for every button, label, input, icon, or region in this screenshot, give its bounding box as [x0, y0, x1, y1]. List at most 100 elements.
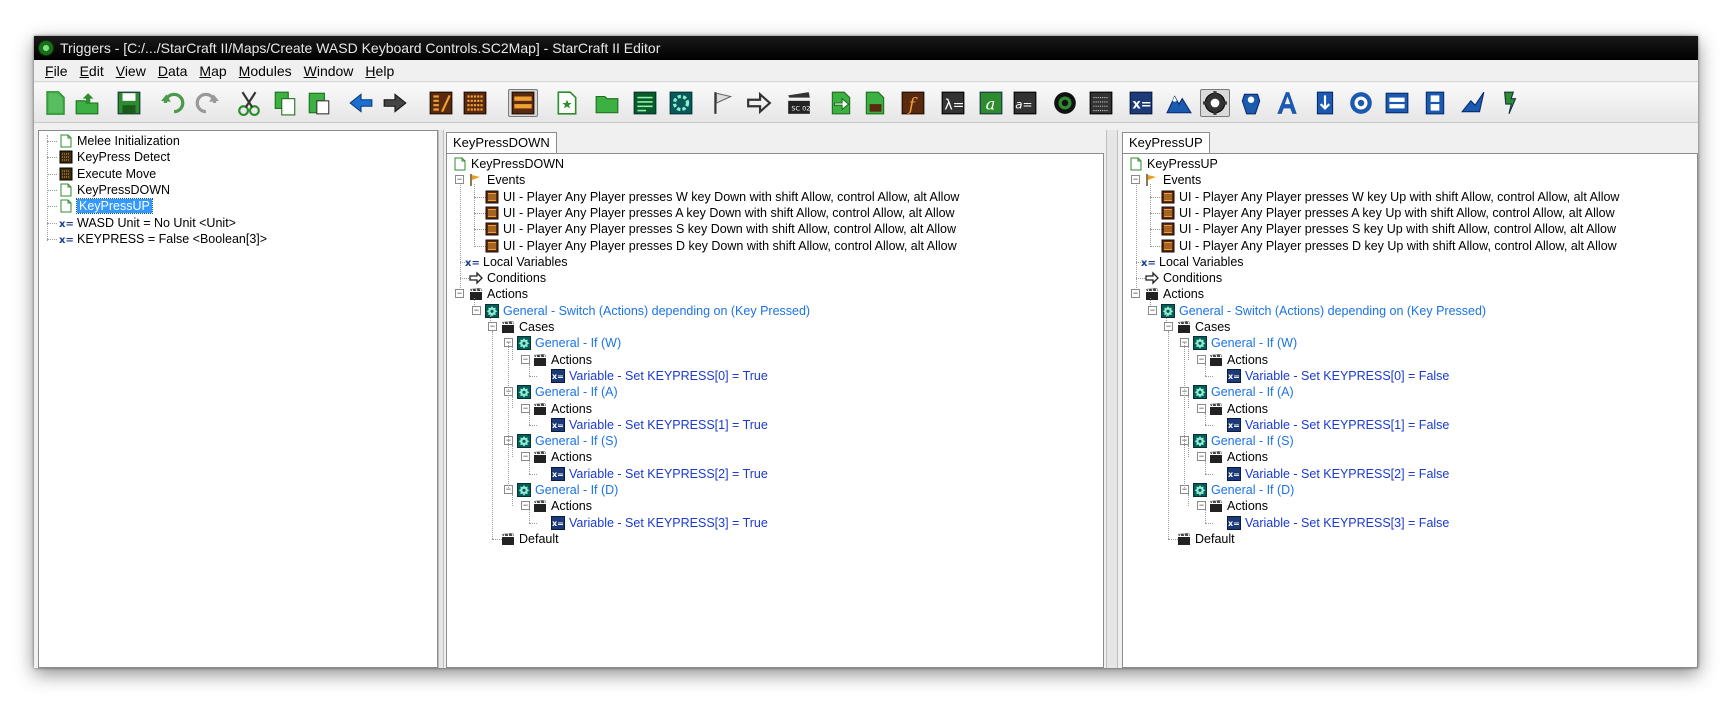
variable-wasd-unit[interactable]: x= WASD Unit = No Unit <Unit>: [59, 215, 236, 231]
case-if[interactable]: General - If (W): [517, 335, 621, 351]
case-actions[interactable]: Actions: [533, 449, 592, 465]
trigger-root[interactable]: KeyPressDOWN: [453, 156, 564, 172]
actions-section[interactable]: Actions: [1145, 286, 1204, 302]
switch-action[interactable]: General - Switch (Actions) depending on …: [485, 303, 810, 319]
event-item[interactable]: UI - Player Any Player presses W key Up …: [1161, 189, 1619, 205]
hero-icon[interactable]: [1458, 89, 1488, 117]
trigger-root[interactable]: KeyPressUP: [1129, 156, 1218, 172]
ai-icon[interactable]: [1382, 89, 1412, 117]
local-variables-section[interactable]: x= Local Variables: [1141, 254, 1244, 270]
collapse-toggle[interactable]: −: [488, 322, 497, 331]
forward-icon[interactable]: [380, 89, 410, 117]
collapse-toggle[interactable]: −: [1131, 289, 1140, 299]
text-a-icon[interactable]: [1272, 89, 1302, 117]
event-item[interactable]: UI - Player Any Player presses A key Dow…: [485, 205, 955, 221]
menu-view[interactable]: View: [111, 63, 153, 79]
clapper-icon[interactable]: SC 02: [784, 89, 814, 117]
collapse-toggle[interactable]: −: [1131, 175, 1140, 185]
save-icon[interactable]: [114, 89, 144, 117]
text-module-icon[interactable]: [1086, 89, 1116, 117]
trigger-keypressdown[interactable]: KeyPressDOWN: [59, 182, 170, 198]
unit-module-icon[interactable]: [1236, 89, 1266, 117]
collapse-toggle[interactable]: −: [1197, 403, 1206, 413]
extension-icon[interactable]: [1494, 89, 1524, 117]
back-icon[interactable]: [346, 89, 376, 117]
new-action-icon[interactable]: [666, 89, 696, 117]
film-icon[interactable]: [1420, 89, 1450, 117]
new-event-icon[interactable]: [708, 89, 738, 117]
event-item[interactable]: UI - Player Any Player presses W key Dow…: [485, 189, 959, 205]
collapse-toggle[interactable]: −: [521, 452, 530, 462]
set-variable-action[interactable]: x= Variable - Set KEYPRESS[0] = True: [551, 368, 768, 384]
events-section[interactable]: Events: [1145, 172, 1201, 188]
terrain-icon[interactable]: [1164, 89, 1194, 117]
variable-icon[interactable]: a=: [1010, 89, 1040, 117]
menu-map[interactable]: Map: [194, 63, 233, 79]
case-if[interactable]: General - If (D): [517, 482, 618, 498]
paste-icon[interactable]: [304, 89, 334, 117]
case-actions[interactable]: Actions: [1209, 352, 1268, 368]
collapse-toggle[interactable]: −: [1164, 322, 1173, 331]
event-item[interactable]: UI - Player Any Player presses A key Up …: [1161, 205, 1615, 221]
local-variables-section[interactable]: x= Local Variables: [465, 254, 568, 270]
cut-icon[interactable]: [234, 89, 264, 117]
preset-icon[interactable]: a: [976, 89, 1006, 117]
collapse-toggle[interactable]: −: [1197, 501, 1206, 511]
event-item[interactable]: UI - Player Any Player presses D key Dow…: [485, 238, 957, 254]
menu-file[interactable]: File: [40, 63, 75, 79]
import-icon[interactable]: [1310, 89, 1340, 117]
copy-icon[interactable]: [270, 89, 300, 117]
trigger-list-panel[interactable]: Melee Initialization KeyPress Detect Execu…: [38, 130, 438, 668]
set-variable-action[interactable]: x= Variable - Set KEYPRESS[0] = False: [1227, 368, 1449, 384]
events-section[interactable]: Events: [469, 172, 525, 188]
menu-help[interactable]: Help: [360, 63, 401, 79]
cases-section[interactable]: Cases: [501, 319, 554, 335]
variable-keypress[interactable]: x= KEYPRESS = False <Boolean[3]>: [59, 231, 267, 247]
collapse-toggle[interactable]: −: [455, 289, 464, 299]
undo-icon[interactable]: [158, 89, 188, 117]
menu-window[interactable]: Window: [299, 63, 361, 79]
new-element-icon[interactable]: [630, 89, 660, 117]
function-icon[interactable]: f: [898, 89, 928, 117]
tab-keypressdown[interactable]: KeyPressDOWN: [446, 132, 557, 154]
trigger-execute-move[interactable]: Execute Move: [59, 166, 156, 182]
collapse-toggle[interactable]: −: [455, 175, 464, 185]
event-item[interactable]: UI - Player Any Player presses D key Up …: [1161, 238, 1617, 254]
cases-section[interactable]: Cases: [1177, 319, 1230, 335]
case-if[interactable]: General - If (W): [1193, 335, 1297, 351]
conditions-section[interactable]: Conditions: [1145, 270, 1222, 286]
list-icon[interactable]: [460, 89, 490, 117]
trigger-view-icon[interactable]: [508, 89, 538, 117]
cutscene-icon[interactable]: [1346, 89, 1376, 117]
new-icon[interactable]: [40, 89, 70, 117]
tab-keypressup[interactable]: KeyPressUP: [1122, 132, 1210, 154]
var-module-icon[interactable]: x=: [1126, 89, 1156, 117]
collapse-toggle[interactable]: −: [1197, 452, 1206, 462]
collapse-toggle[interactable]: −: [521, 354, 530, 364]
set-variable-action[interactable]: x= Variable - Set KEYPRESS[1] = False: [1227, 417, 1449, 433]
redo-icon[interactable]: [192, 89, 222, 117]
case-actions[interactable]: Actions: [533, 352, 592, 368]
case-actions[interactable]: Actions: [1209, 498, 1268, 514]
default-section[interactable]: Default: [501, 531, 559, 547]
collapse-toggle[interactable]: −: [521, 501, 530, 511]
default-section[interactable]: Default: [1177, 531, 1235, 547]
open-icon[interactable]: [72, 89, 102, 117]
keypressdown-panel[interactable]: KeyPressDOWN − Events UI - Player Any Playe…: [446, 153, 1104, 668]
set-variable-action[interactable]: x= Variable - Set KEYPRESS[3] = True: [551, 515, 768, 531]
collapse-toggle[interactable]: −: [1148, 305, 1157, 315]
mid-splitter[interactable]: [1106, 130, 1118, 668]
trigger-keypressup[interactable]: KeyPressUP: [59, 198, 153, 215]
collapse-toggle[interactable]: −: [472, 305, 481, 315]
trigger-module-icon[interactable]: [426, 89, 456, 117]
trigger-melee-initialization[interactable]: Melee Initialization: [59, 133, 180, 149]
case-if[interactable]: General - If (S): [1193, 433, 1294, 449]
event-item[interactable]: UI - Player Any Player presses S key Dow…: [485, 221, 956, 237]
menu-edit[interactable]: Edit: [75, 63, 111, 79]
switch-action[interactable]: General - Switch (Actions) depending on …: [1161, 303, 1486, 319]
case-actions[interactable]: Actions: [533, 498, 592, 514]
new-condition-icon[interactable]: [744, 89, 774, 117]
case-if[interactable]: General - If (S): [517, 433, 618, 449]
left-splitter[interactable]: [438, 130, 444, 668]
keypressup-panel[interactable]: KeyPressUP − Events UI - Player Any Player …: [1122, 153, 1698, 668]
